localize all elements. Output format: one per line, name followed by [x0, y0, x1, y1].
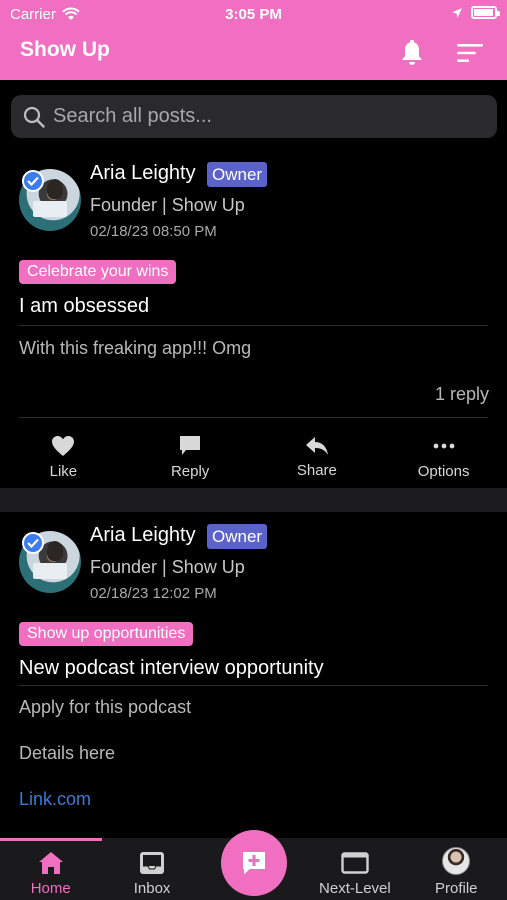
share-button[interactable]: Share [254, 427, 381, 487]
more-dots-icon [433, 443, 455, 448]
search-input[interactable] [53, 105, 473, 128]
owner-badge: Owner [207, 162, 268, 187]
inbox-icon [140, 852, 165, 874]
post-title[interactable]: New podcast interview opportunity [19, 657, 324, 680]
search-icon [23, 106, 45, 128]
category-tag[interactable]: Show up opportunities [19, 622, 194, 646]
tab-home[interactable]: Home [0, 838, 101, 900]
post-link[interactable]: Link.com [19, 789, 91, 810]
post-separator [0, 488, 507, 512]
app-header: Carrier 3:05 PM Show Up [0, 0, 507, 80]
location-icon [452, 7, 462, 18]
active-tab-indicator [0, 838, 102, 841]
like-button[interactable]: Like [0, 427, 127, 487]
options-button[interactable]: Options [380, 427, 507, 487]
status-time: 3:05 PM [225, 5, 282, 23]
reply-label: Reply [170, 462, 210, 480]
new-post-icon [243, 852, 265, 874]
author-role: Founder | Show Up [90, 195, 245, 215]
tab-inbox-label: Inbox [133, 880, 171, 897]
app-title: Show Up [20, 38, 110, 61]
post-body: With this freaking app!!! Omg [19, 338, 252, 358]
status-bar: Carrier 3:05 PM [0, 0, 507, 28]
wifi-icon [62, 7, 80, 20]
post-body-line: Apply for this podcast [19, 697, 192, 717]
heart-icon [52, 435, 75, 456]
filter-icon[interactable] [457, 43, 483, 63]
tab-next-level-label: Next-Level [319, 880, 391, 897]
author-role: Founder | Show Up [90, 557, 245, 577]
tab-home-label: Home [30, 880, 71, 897]
search-bar[interactable] [11, 95, 497, 138]
tab-profile-label: Profile [434, 880, 478, 897]
post-timestamp: 02/18/23 12:02 PM [90, 585, 217, 602]
post-body-line: Details here [19, 743, 116, 763]
author-name[interactable]: Aria Leighty [90, 162, 196, 185]
post-actions: Like Reply Share Options [0, 427, 507, 487]
owner-badge: Owner [207, 524, 268, 549]
category-tag[interactable]: Celebrate your wins [19, 260, 177, 284]
divider [19, 685, 488, 686]
new-post-button[interactable] [221, 830, 287, 896]
battery-icon [471, 6, 500, 19]
share-reply-icon [305, 436, 328, 455]
carrier-label: Carrier [10, 5, 56, 23]
divider [19, 417, 488, 418]
verified-check-icon [22, 532, 44, 554]
tab-profile[interactable]: Profile [406, 838, 507, 900]
bell-icon[interactable] [401, 40, 423, 66]
author-name[interactable]: Aria Leighty [90, 524, 196, 547]
reply-count[interactable]: 1 reply [435, 384, 489, 405]
like-label: Like [49, 462, 78, 480]
post-title[interactable]: I am obsessed [19, 295, 149, 318]
home-icon [38, 852, 63, 874]
verified-check-icon [22, 170, 44, 192]
avatar [442, 847, 471, 875]
options-label: Options [417, 462, 470, 480]
reply-button[interactable]: Reply [127, 427, 254, 487]
share-label: Share [296, 461, 337, 479]
post-timestamp: 02/18/23 08:50 PM [90, 223, 217, 240]
screen-icon [341, 852, 369, 874]
tab-inbox[interactable]: Inbox [101, 838, 202, 900]
comment-icon [180, 435, 201, 455]
divider [19, 325, 488, 326]
tab-next-level[interactable]: Next-Level [304, 838, 405, 900]
